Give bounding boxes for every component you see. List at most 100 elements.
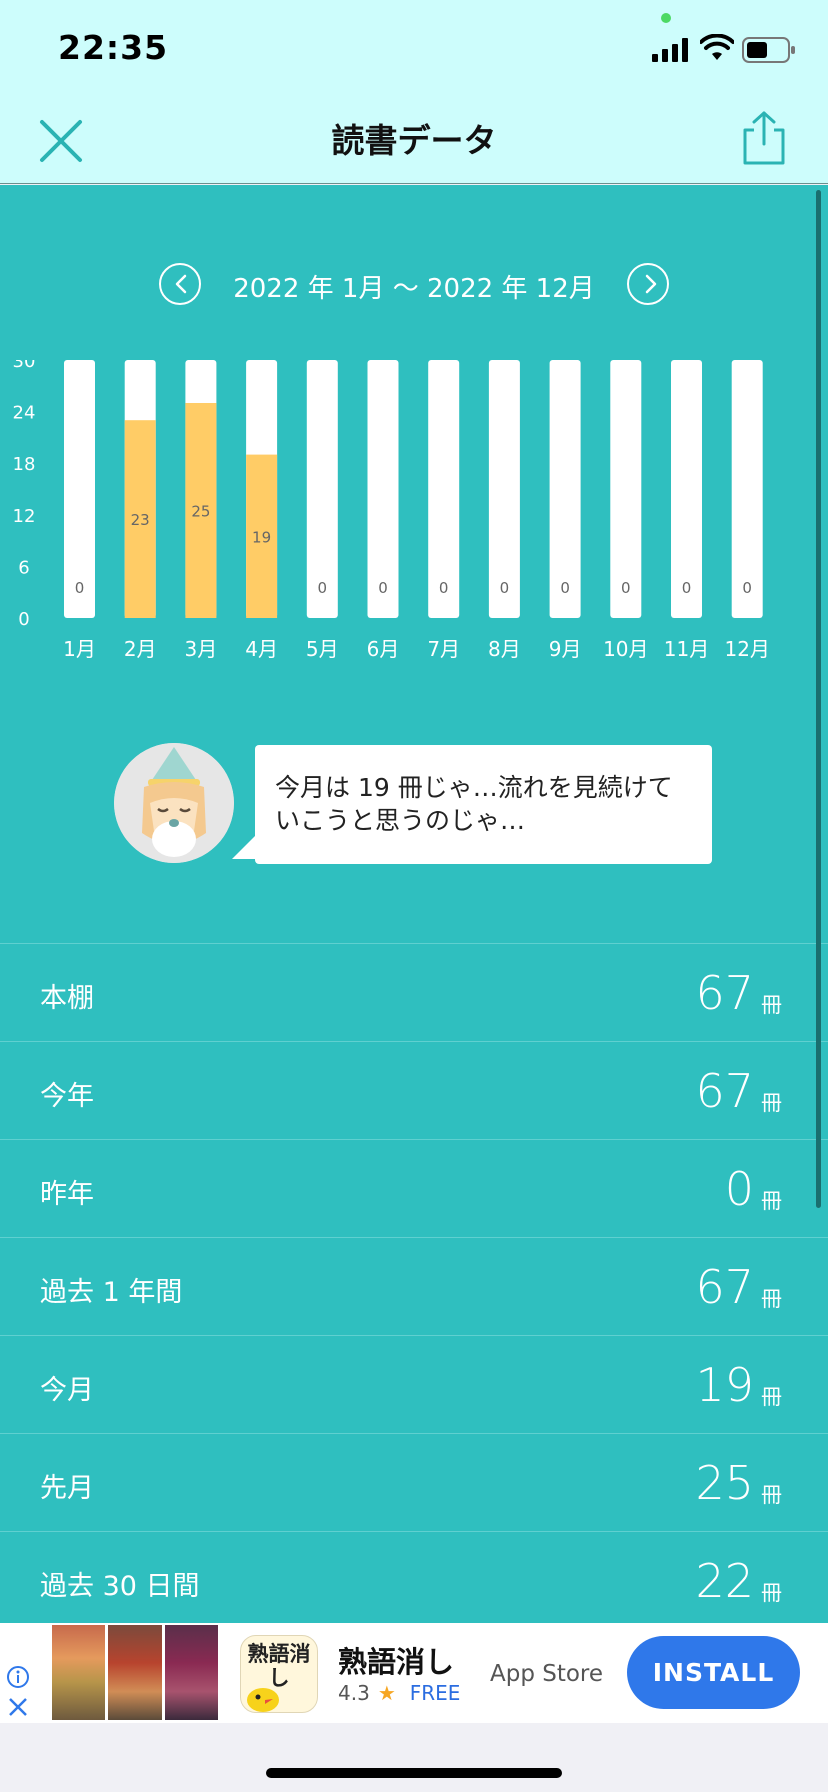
info-icon[interactable]	[6, 1665, 30, 1689]
star-icon: ★	[377, 1681, 396, 1705]
y-tick-label: 0	[18, 609, 29, 630]
nav-bar: 読書データ	[0, 94, 828, 184]
stat-row: 今年 67 冊	[0, 1041, 828, 1139]
ad-app-icon-text: 熟語消し	[247, 1642, 311, 1690]
x-tick-label: 11月	[664, 637, 709, 661]
stat-row: 過去 30 日間 22 冊	[0, 1531, 828, 1623]
stat-row: 今月 19 冊	[0, 1335, 828, 1433]
close-icon[interactable]	[6, 1695, 30, 1719]
stat-row: 昨年 0 冊	[0, 1139, 828, 1237]
x-tick-label: 2月	[124, 637, 157, 661]
bar-value-label: 25	[191, 503, 210, 521]
bar-chart-svg: 0 6 12 18 24 30 0 1月 23 2月 25 3月 19 4月 0 5月 0 6月 0 7月 0 8月 0 9月…	[13, 360, 770, 661]
next-range-button[interactable]	[627, 263, 669, 305]
y-tick-label: 18	[13, 454, 36, 475]
bar-value-label: 19	[252, 528, 271, 546]
stat-unit: 冊	[761, 1385, 782, 1409]
x-tick-label: 6月	[367, 637, 400, 661]
ad-screenshot	[164, 1625, 218, 1720]
chick-icon	[247, 1688, 279, 1712]
ad-rating-row: 4.3 ★ FREE	[338, 1681, 460, 1705]
bar-value-label: 0	[560, 579, 570, 597]
ad-price: FREE	[409, 1681, 461, 1705]
ad-banner[interactable]: 熟語消し 熟語消し 4.3 ★ FREE App Store INSTALL	[0, 1623, 828, 1723]
mic-indicator-dot	[661, 13, 671, 23]
y-tick-label: 12	[13, 506, 36, 527]
chevron-right-icon	[645, 274, 657, 294]
bar-value-label: 0	[742, 579, 752, 597]
stat-label: 過去 30 日間	[40, 1571, 200, 1602]
bar-value-label: 23	[131, 511, 150, 529]
stat-label: 先月	[40, 1473, 94, 1504]
stat-label: 過去 1 年間	[40, 1277, 183, 1308]
x-tick-label: 12月	[724, 637, 769, 661]
x-tick-label: 4月	[245, 637, 278, 661]
stats-list: 本棚 67 冊今年 67 冊昨年 0 冊過去 1 年間 67 冊今月 19 冊先月 25 冊過去 30 …	[0, 943, 828, 1623]
stat-label: 昨年	[40, 1179, 94, 1210]
page-title: 読書データ	[331, 121, 497, 160]
x-tick-label: 9月	[549, 637, 582, 661]
bar-value-label: 0	[378, 579, 388, 597]
x-tick-label: 8月	[488, 637, 521, 661]
bar-value-label: 0	[621, 579, 631, 597]
scrollbar[interactable]	[816, 190, 821, 1208]
status-time: 22:35	[58, 28, 169, 67]
stat-label: 今年	[40, 1081, 94, 1112]
ad-app-name: 熟語消し	[338, 1645, 455, 1679]
previous-range-button[interactable]	[159, 263, 201, 305]
stat-unit: 冊	[761, 1581, 782, 1605]
date-range-label: 2022 年 1月 〜 2022 年 12月	[233, 274, 595, 304]
stat-value: 67	[695, 1260, 754, 1314]
ad-store-label: App Store	[490, 1661, 604, 1687]
bar-value-label: 0	[682, 579, 692, 597]
stat-unit: 冊	[761, 1189, 782, 1213]
bar-value-label: 0	[75, 579, 85, 597]
ad-screenshots[interactable]	[52, 1625, 218, 1720]
monthly-books-chart: 0 6 12 18 24 30 0 1月 23 2月 25 3月 19 4月 0 5月 0 6月 0 7月 0 8月 0 9月…	[0, 360, 828, 700]
stat-unit: 冊	[761, 1091, 782, 1115]
home-indicator[interactable]	[266, 1768, 562, 1778]
y-tick-label: 24	[13, 403, 36, 424]
stat-value: 19	[695, 1358, 754, 1412]
x-tick-label: 3月	[185, 637, 218, 661]
home-area	[0, 1723, 828, 1792]
stat-label: 今月	[40, 1375, 94, 1406]
reading-data-panel: 2022 年 1月 〜 2022 年 12月 0 6 12 18 24 30 0 1月 23 2月…	[0, 185, 828, 1623]
y-tick-label: 30	[13, 360, 36, 372]
speech-bubble: 今月は 19 冊じゃ…流れを見続けていこうと思うのじゃ…	[255, 745, 712, 864]
bar-value-label: 0	[439, 579, 449, 597]
x-tick-label: 7月	[427, 637, 460, 661]
owl-avatar	[114, 743, 234, 863]
wifi-icon	[700, 34, 734, 60]
y-tick-label: 6	[18, 557, 29, 578]
install-button[interactable]: INSTALL	[627, 1636, 800, 1709]
bar-value-label: 0	[318, 579, 328, 597]
wizard-owl-icon	[114, 743, 234, 863]
stat-value: 25	[695, 1456, 754, 1510]
date-range-selector: 2022 年 1月 〜 2022 年 12月	[0, 263, 828, 307]
stat-value: 67	[695, 1064, 754, 1118]
ad-app-icon[interactable]: 熟語消し	[240, 1635, 318, 1713]
x-tick-label: 5月	[306, 637, 339, 661]
battery-icon	[742, 37, 795, 63]
chevron-left-icon	[175, 274, 187, 294]
ad-screenshot	[108, 1625, 162, 1720]
stat-row: 本棚 67 冊	[0, 943, 828, 1041]
stat-value: 22	[695, 1554, 754, 1608]
stat-unit: 冊	[761, 1483, 782, 1507]
stat-unit: 冊	[761, 1287, 782, 1311]
stat-row: 先月 25 冊	[0, 1433, 828, 1531]
stat-value: 0	[724, 1162, 754, 1216]
x-tick-label: 1月	[63, 637, 96, 661]
stat-row: 過去 1 年間 67 冊	[0, 1237, 828, 1335]
bar-value-label: 0	[500, 579, 510, 597]
ad-rating: 4.3	[338, 1681, 370, 1705]
stat-label: 本棚	[40, 983, 94, 1014]
stat-value: 67	[695, 966, 754, 1020]
ad-screenshot	[52, 1625, 106, 1720]
share-icon[interactable]	[740, 110, 788, 166]
signal-icon	[652, 38, 688, 62]
status-bar: 22:35	[0, 0, 828, 94]
advisor-message: 今月は 19 冊じゃ…流れを見続けていこうと思うのじゃ…	[114, 743, 714, 873]
stat-unit: 冊	[761, 993, 782, 1017]
